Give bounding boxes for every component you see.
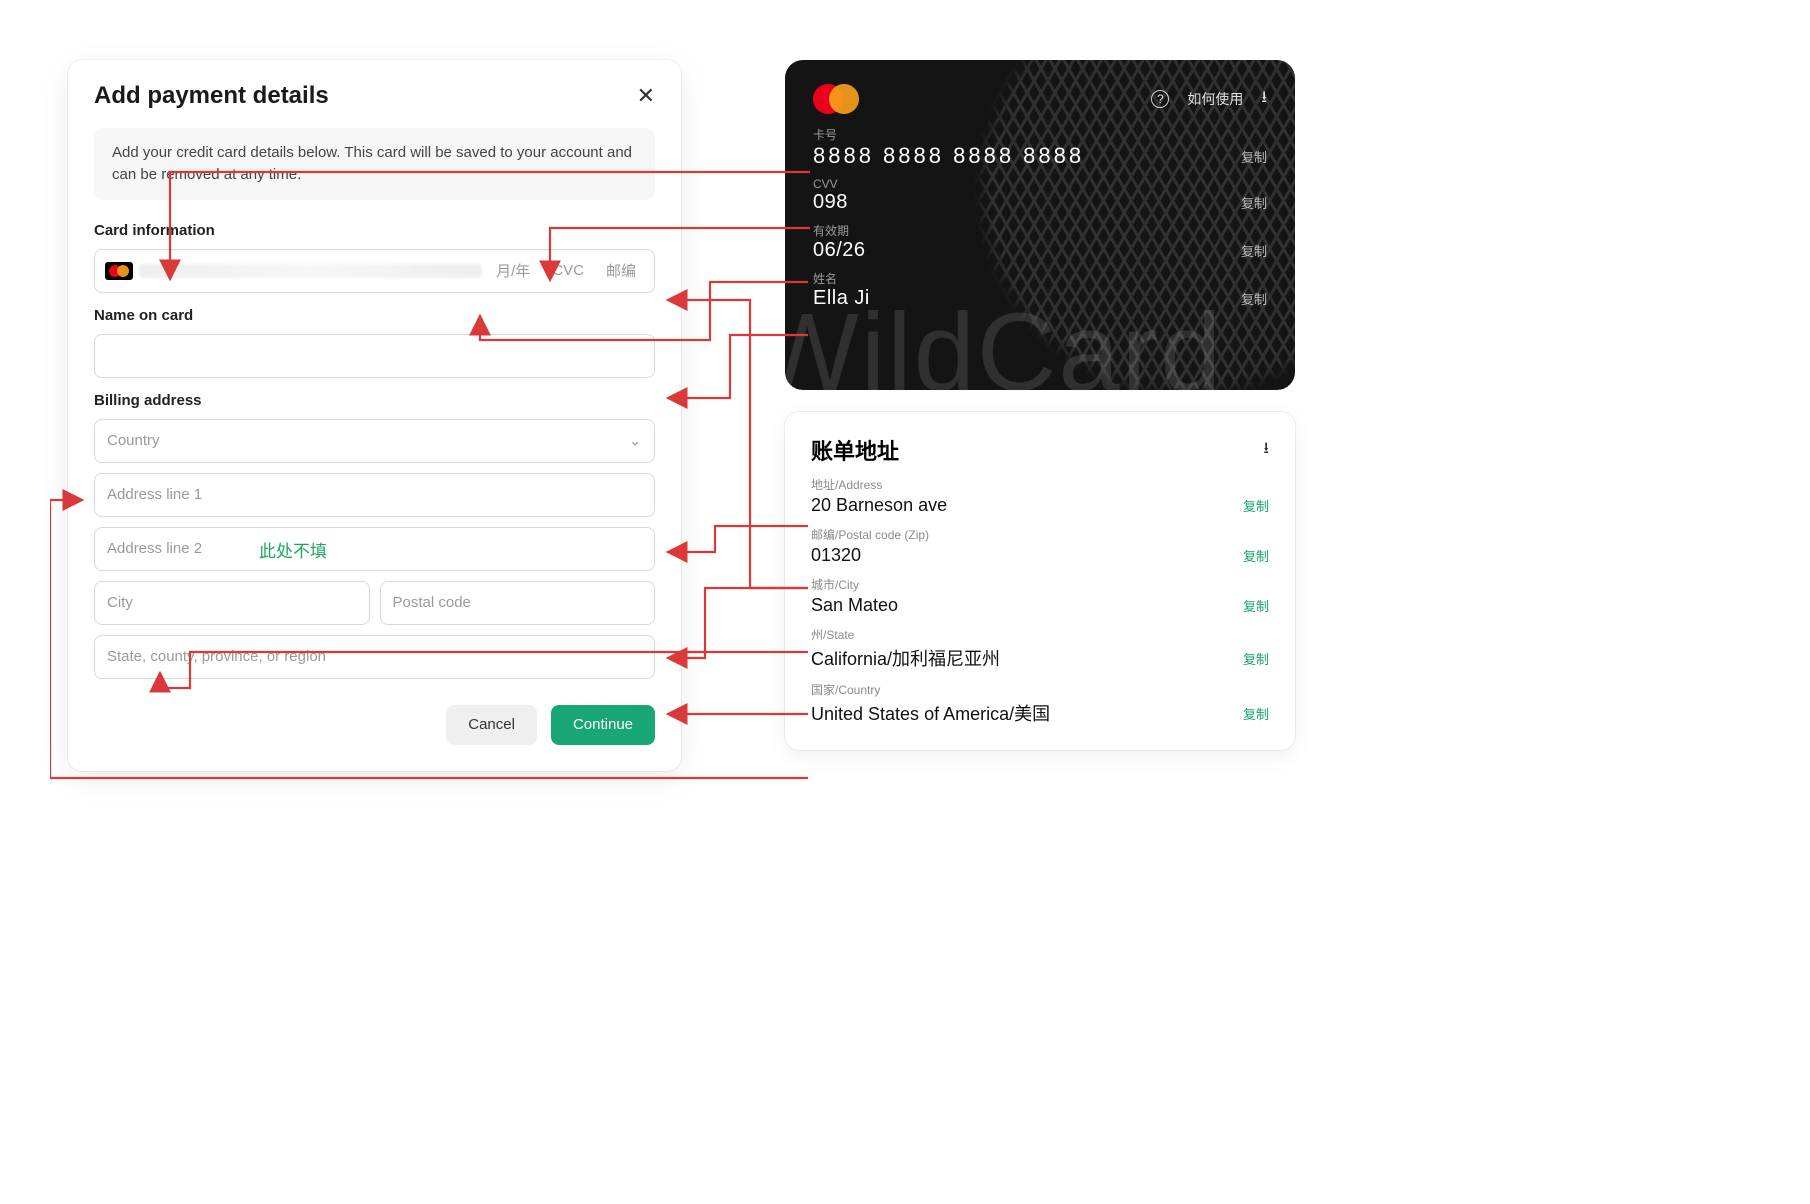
mastercard-icon	[105, 262, 133, 280]
copy-expiry[interactable]: 复制	[1241, 241, 1267, 260]
postal-value: 01320	[811, 545, 861, 566]
address-line-1-input[interactable]	[94, 473, 655, 517]
continue-button[interactable]: Continue	[551, 705, 655, 745]
copy-address[interactable]: 复制	[1243, 496, 1269, 515]
cancel-button[interactable]: Cancel	[446, 705, 537, 745]
cvv-value: 098	[813, 191, 848, 214]
zip-placeholder: 邮编	[598, 260, 644, 281]
copy-city[interactable]: 复制	[1243, 596, 1269, 615]
copy-country[interactable]: 复制	[1243, 704, 1269, 723]
expiry-label: 有效期	[813, 222, 1267, 239]
country-select[interactable]	[94, 419, 655, 463]
address-value: 20 Barneson ave	[811, 495, 947, 516]
billing-address-label: Billing address	[94, 392, 655, 409]
city-input[interactable]	[94, 581, 370, 625]
card-info-label: Card information	[94, 222, 655, 239]
copy-postal[interactable]: 复制	[1243, 546, 1269, 565]
state-value: California/加利福尼亚州	[811, 645, 1000, 671]
copy-cvv[interactable]: 复制	[1241, 193, 1267, 212]
info-box: Add your credit card details below. This…	[94, 128, 655, 200]
country-label: 国家/Country	[811, 681, 1269, 698]
postal-code-input[interactable]	[380, 581, 656, 625]
copy-card-number[interactable]: 复制	[1241, 147, 1267, 166]
card-number-value: 8888 8888 8888 8888	[813, 143, 1084, 169]
form-title: Add payment details	[94, 82, 329, 110]
cardholder-label: 姓名	[813, 270, 1267, 287]
state-label: 州/State	[811, 626, 1269, 643]
name-on-card-input[interactable]	[94, 334, 655, 378]
name-on-card-label: Name on card	[94, 307, 655, 324]
cardholder-value: Ella Ji	[813, 287, 870, 310]
cvc-placeholder: CVC	[544, 262, 592, 279]
address-label: 地址/Address	[811, 476, 1269, 493]
download-icon[interactable]: ⭳	[1263, 437, 1269, 464]
city-label: 城市/City	[811, 576, 1269, 593]
card-number-masked	[139, 264, 482, 278]
copy-name[interactable]: 复制	[1241, 289, 1267, 308]
payment-form-panel: Add payment details ✕ Add your credit ca…	[68, 60, 681, 771]
billing-title: 账单地址	[811, 434, 899, 466]
copy-state[interactable]: 复制	[1243, 649, 1269, 668]
close-icon[interactable]: ✕	[637, 85, 655, 107]
billing-address-panel: 账单地址 ⭳ 地址/Address 20 Barneson ave 复制 邮编/…	[785, 412, 1295, 750]
city-value: San Mateo	[811, 595, 898, 616]
mastercard-icon	[813, 84, 859, 114]
card-number-label: 卡号	[813, 126, 1267, 143]
expiry-value: 06/26	[813, 239, 866, 262]
postal-label: 邮编/Postal code (Zip)	[811, 526, 1269, 543]
address-line-2-input[interactable]	[94, 527, 655, 571]
cvv-label: CVV	[813, 177, 1267, 191]
country-value: United States of America/美国	[811, 700, 1050, 726]
state-input[interactable]	[94, 635, 655, 679]
expiry-placeholder: 月/年	[488, 260, 538, 281]
virtual-card: WildCard ? 如何使用 ⭳ 卡号 8888 8888 8888 8888…	[785, 60, 1295, 390]
card-number-input[interactable]: 月/年 CVC 邮编	[94, 249, 655, 293]
